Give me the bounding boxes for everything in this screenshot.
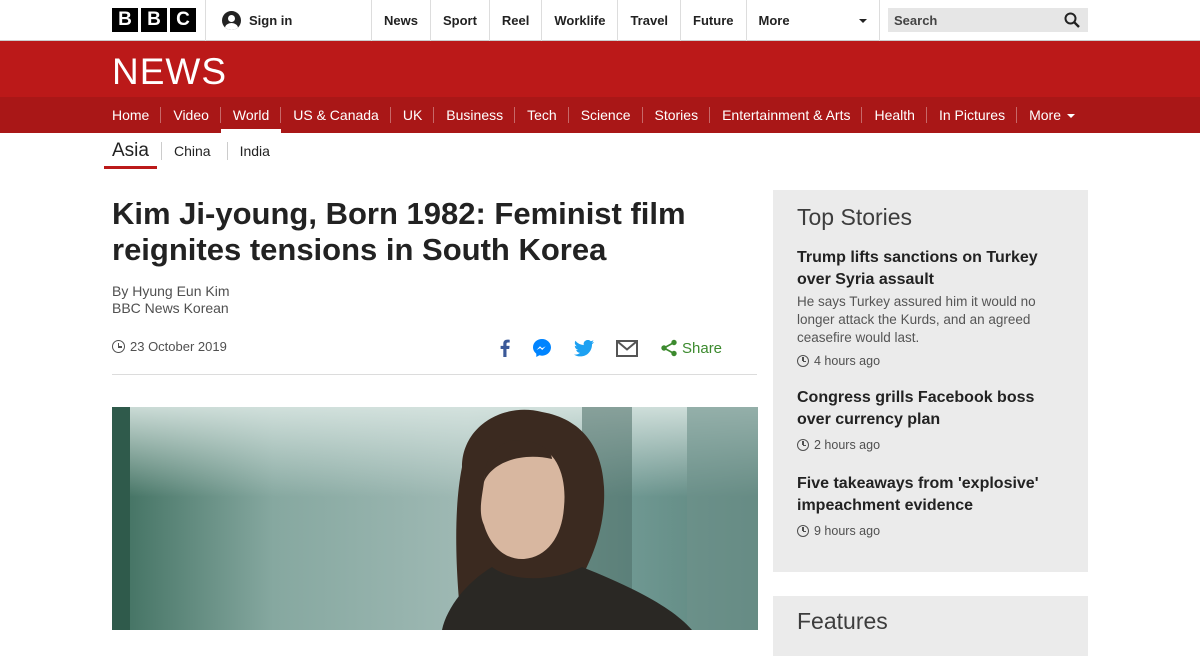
nav-item-entertainment-arts[interactable]: Entertainment & Arts	[710, 97, 863, 133]
share-icon	[661, 339, 677, 357]
sign-in-label: Sign in	[249, 13, 293, 28]
clock-icon	[797, 439, 809, 451]
story-item[interactable]: Congress grills Facebook boss over curre…	[797, 387, 1067, 452]
topnav-item-sport[interactable]: Sport	[429, 0, 489, 41]
features-panel: Features	[773, 596, 1088, 656]
article-hero-image	[112, 407, 758, 630]
bbc-logo-letter: B	[141, 8, 167, 32]
topnav-more-button[interactable]: More	[745, 0, 880, 41]
story-time-text: 2 hours ago	[814, 438, 881, 452]
nav-item-in-pictures[interactable]: In Pictures	[927, 97, 1018, 133]
article-date-text: 23 October 2019	[130, 339, 227, 354]
nav-item-home[interactable]: Home	[100, 97, 162, 133]
share-label: Share	[682, 339, 723, 357]
main-nav: Home Video World US & Canada UK Business…	[0, 97, 1200, 133]
nav-item-more[interactable]: More	[1017, 97, 1087, 133]
twitter-icon[interactable]	[574, 339, 594, 357]
top-stories-panel: Top Stories Trump lifts sanctions on Tur…	[773, 190, 1088, 572]
topnav-more-label: More	[758, 13, 790, 28]
clock-icon	[797, 525, 809, 537]
bbc-logo-letter: B	[112, 8, 138, 32]
story-timestamp: 2 hours ago	[797, 438, 1067, 452]
messenger-icon[interactable]	[532, 338, 552, 358]
nav-item-tech[interactable]: Tech	[515, 97, 569, 133]
topnav-item-future[interactable]: Future	[680, 0, 745, 41]
story-time-text: 9 hours ago	[814, 524, 881, 538]
news-logo[interactable]: NEWS	[112, 51, 227, 93]
bbc-logo-letter: C	[170, 8, 196, 32]
story-summary: He says Turkey assured him it would no l…	[797, 294, 1036, 345]
email-icon[interactable]	[616, 339, 638, 357]
article-headline: Kim Ji-young, Born 1982: Feminist film r…	[112, 196, 686, 267]
bbc-logo[interactable]: B B C	[112, 8, 196, 32]
story-item[interactable]: Trump lifts sanctions on Turkey over Syr…	[797, 247, 1067, 368]
topnav-item-news[interactable]: News	[371, 0, 430, 41]
clock-icon	[797, 355, 809, 367]
search-icon[interactable]	[1064, 12, 1080, 28]
story-item[interactable]: Five takeaways from 'explosive' impeachm…	[797, 473, 1067, 538]
facebook-icon[interactable]	[500, 339, 510, 357]
nav-item-world[interactable]: World	[220, 97, 282, 133]
nav-item-us-canada[interactable]: US & Canada	[281, 97, 391, 133]
topnav-item-travel[interactable]: Travel	[617, 0, 680, 41]
top-bar: B B C Sign in News Sport Reel Worklife T…	[0, 0, 1200, 41]
author-name: By Hyung Eun Kim	[112, 283, 230, 299]
search-input[interactable]	[888, 8, 1048, 32]
divider	[112, 374, 757, 375]
author-outlet: BBC News Korean	[112, 300, 229, 316]
story-headline[interactable]: Congress grills Facebook boss over curre…	[797, 387, 1067, 431]
nav-item-video[interactable]: Video	[161, 97, 221, 133]
top-nav: News Sport Reel Worklife Travel Future M…	[371, 0, 880, 41]
story-timestamp: 9 hours ago	[797, 524, 1067, 538]
share-button[interactable]: Share	[660, 339, 722, 357]
nav-item-stories[interactable]: Stories	[643, 97, 711, 133]
nav-item-business[interactable]: Business	[434, 97, 515, 133]
top-stories-title: Top Stories	[797, 204, 913, 230]
nav-item-science[interactable]: Science	[569, 97, 643, 133]
story-headline[interactable]: Trump lifts sanctions on Turkey over Syr…	[797, 247, 1067, 291]
topnav-item-reel[interactable]: Reel	[488, 0, 541, 41]
story-headline[interactable]: Five takeaways from 'explosive' impeachm…	[797, 473, 1067, 517]
share-tools: Share	[500, 337, 722, 359]
search-box	[888, 8, 1088, 32]
sign-in-link[interactable]: Sign in	[205, 0, 372, 41]
secondary-nav: Asia China India	[104, 133, 282, 169]
byline: By Hyung Eun Kim BBC News Korean	[112, 283, 230, 317]
subnav-item-india[interactable]: India	[226, 142, 282, 160]
article-date: 23 October 2019	[112, 339, 227, 354]
subnav-item-china[interactable]: China	[160, 142, 223, 160]
story-timestamp: 4 hours ago	[797, 354, 1067, 368]
nav-more-label: More	[1029, 107, 1061, 123]
story-time-text: 4 hours ago	[814, 354, 881, 368]
topnav-item-worklife[interactable]: Worklife	[541, 0, 617, 41]
chevron-down-icon	[858, 19, 867, 23]
nav-item-health[interactable]: Health	[862, 97, 928, 133]
subnav-item-asia[interactable]: Asia	[104, 134, 157, 169]
user-icon	[222, 11, 241, 30]
clock-icon	[112, 340, 125, 353]
nav-item-uk[interactable]: UK	[391, 97, 435, 133]
features-title: Features	[797, 608, 888, 634]
news-banner: NEWS	[0, 41, 1200, 97]
chevron-down-icon	[1067, 114, 1075, 119]
